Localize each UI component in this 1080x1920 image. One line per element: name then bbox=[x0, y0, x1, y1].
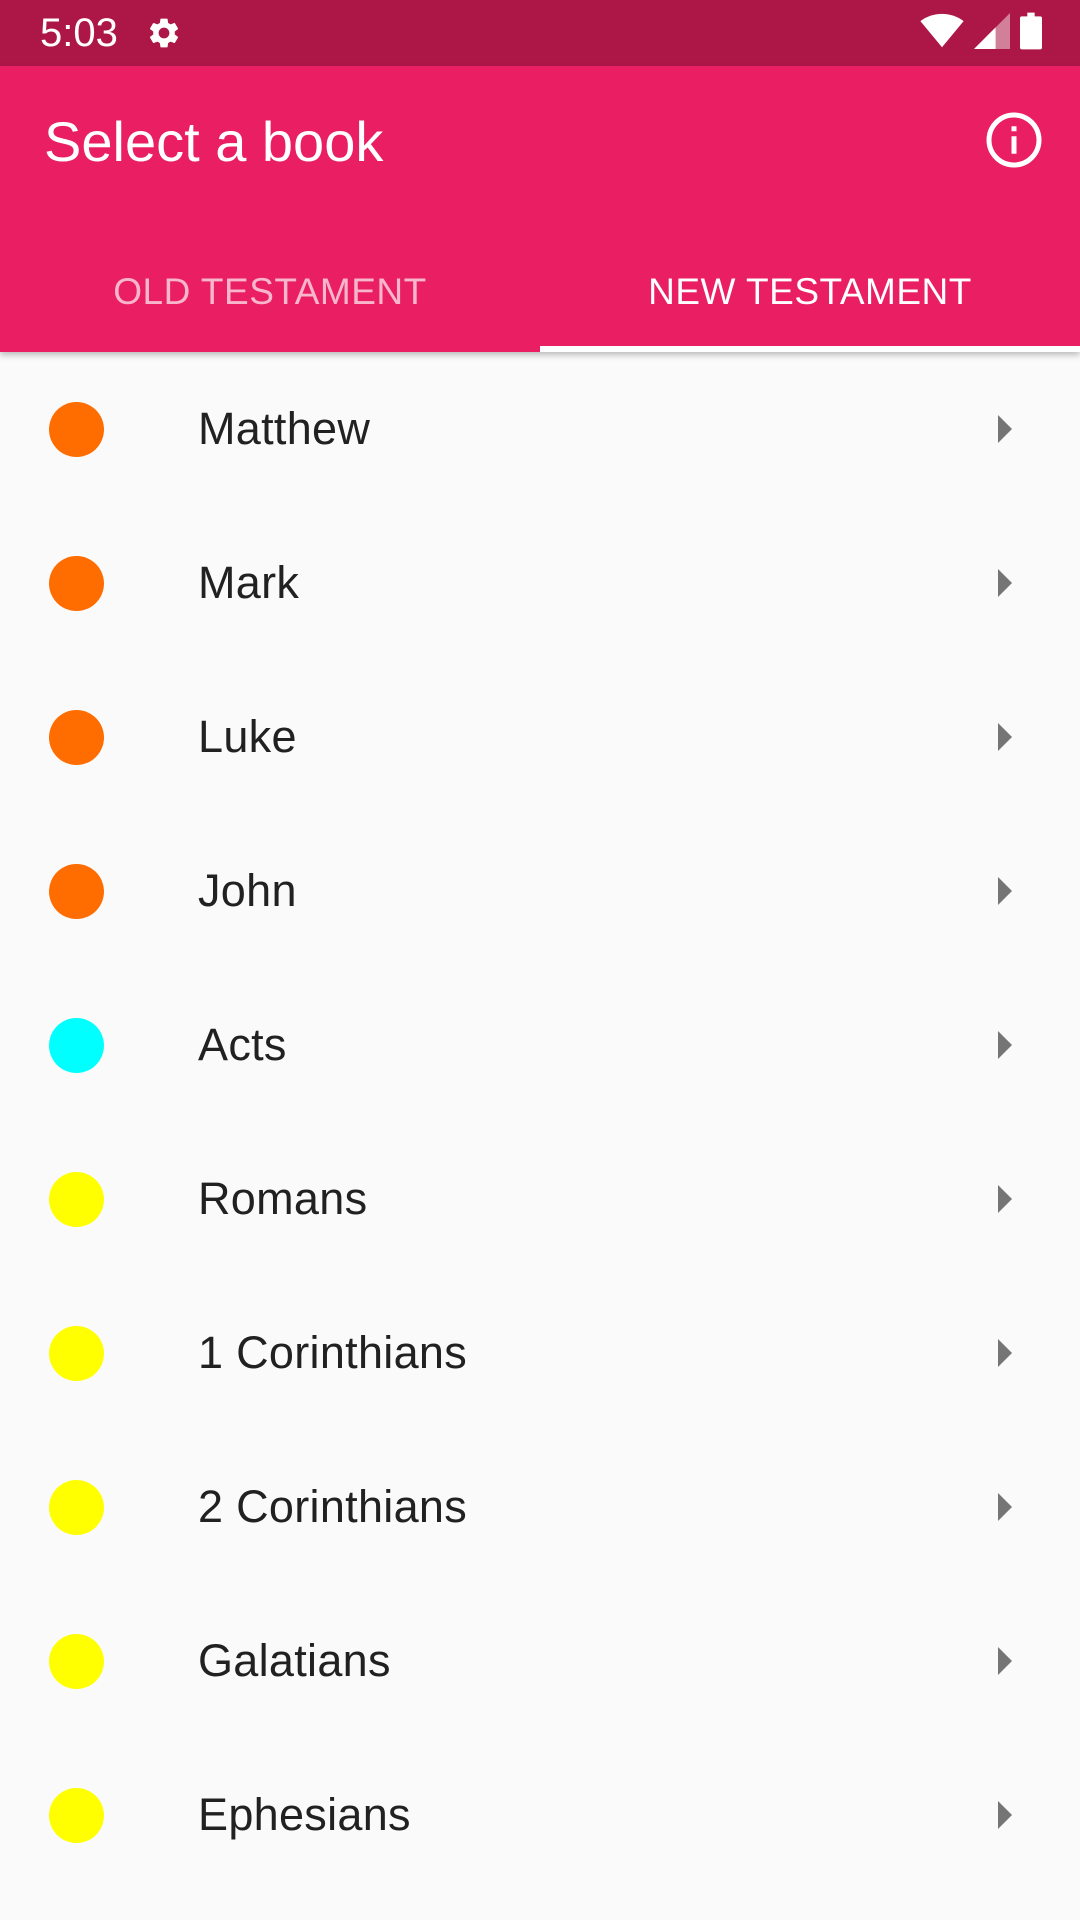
book-color-dot bbox=[49, 863, 104, 919]
book-name: John bbox=[198, 865, 297, 916]
book-list: Matthew Mark Luke John Acts Romans 1 Cor… bbox=[0, 352, 1080, 1920]
book-name: Acts bbox=[198, 1019, 287, 1070]
tab-label: NEW TESTAMENT bbox=[648, 271, 972, 312]
battery-icon bbox=[1020, 12, 1042, 55]
book-name: Mark bbox=[198, 557, 300, 608]
tab-bar: OLD TESTAMENT NEW TESTAMENT bbox=[0, 232, 1080, 352]
info-icon bbox=[986, 112, 1042, 168]
book-name: Luke bbox=[198, 711, 297, 762]
wifi-icon bbox=[920, 13, 964, 54]
book-color-dot bbox=[49, 1787, 104, 1843]
chevron-right-icon bbox=[998, 1647, 1012, 1675]
book-item-john[interactable]: John bbox=[0, 814, 1080, 968]
book-name: Ephesians bbox=[198, 1789, 411, 1840]
book-item-1-corinthians[interactable]: 1 Corinthians bbox=[0, 1276, 1080, 1430]
book-name: 2 Corinthians bbox=[198, 1481, 468, 1532]
book-color-dot bbox=[49, 1633, 104, 1689]
chevron-right-icon bbox=[998, 569, 1012, 597]
book-item-luke[interactable]: Luke bbox=[0, 660, 1080, 814]
chevron-right-icon bbox=[998, 415, 1012, 443]
book-item-mark[interactable]: Mark bbox=[0, 506, 1080, 660]
status-time: 5:03 bbox=[40, 11, 118, 55]
book-item-matthew[interactable]: Matthew bbox=[0, 352, 1080, 506]
book-name: 1 Corinthians bbox=[198, 1327, 468, 1378]
chevron-right-icon bbox=[998, 1493, 1012, 1521]
chevron-right-icon bbox=[998, 723, 1012, 751]
chevron-right-icon bbox=[998, 1801, 1012, 1829]
chevron-right-icon bbox=[998, 877, 1012, 905]
book-color-dot bbox=[49, 1171, 104, 1227]
book-item-romans[interactable]: Romans bbox=[0, 1122, 1080, 1276]
book-color-dot bbox=[49, 709, 104, 765]
book-item-acts[interactable]: Acts bbox=[0, 968, 1080, 1122]
book-color-dot bbox=[49, 1325, 104, 1381]
chevron-right-icon bbox=[998, 1339, 1012, 1367]
signal-icon bbox=[974, 12, 1010, 54]
tab-old-testament[interactable]: OLD TESTAMENT bbox=[0, 232, 540, 352]
book-name: Romans bbox=[198, 1173, 368, 1224]
status-icons bbox=[920, 12, 1042, 55]
tab-label: OLD TESTAMENT bbox=[113, 271, 427, 312]
settings-icon bbox=[146, 15, 182, 51]
chevron-right-icon bbox=[998, 1185, 1012, 1213]
chevron-right-icon bbox=[998, 1031, 1012, 1059]
book-color-dot bbox=[49, 401, 104, 457]
status-bar: 5:03 bbox=[0, 0, 1080, 66]
book-name: Galatians bbox=[198, 1635, 391, 1686]
book-color-dot bbox=[49, 1479, 104, 1535]
book-color-dot bbox=[49, 555, 104, 611]
info-button[interactable] bbox=[984, 110, 1044, 170]
app-bar: Select a book OLD TESTAMENT NEW TESTAMEN… bbox=[0, 66, 1080, 352]
page-title: Select a book bbox=[44, 110, 384, 173]
book-item-galatians[interactable]: Galatians bbox=[0, 1584, 1080, 1738]
book-name: Matthew bbox=[198, 403, 371, 454]
book-item-2-corinthians[interactable]: 2 Corinthians bbox=[0, 1430, 1080, 1584]
book-color-dot bbox=[49, 1017, 104, 1073]
tab-new-testament[interactable]: NEW TESTAMENT bbox=[540, 232, 1080, 352]
book-item-ephesians[interactable]: Ephesians bbox=[0, 1738, 1080, 1892]
